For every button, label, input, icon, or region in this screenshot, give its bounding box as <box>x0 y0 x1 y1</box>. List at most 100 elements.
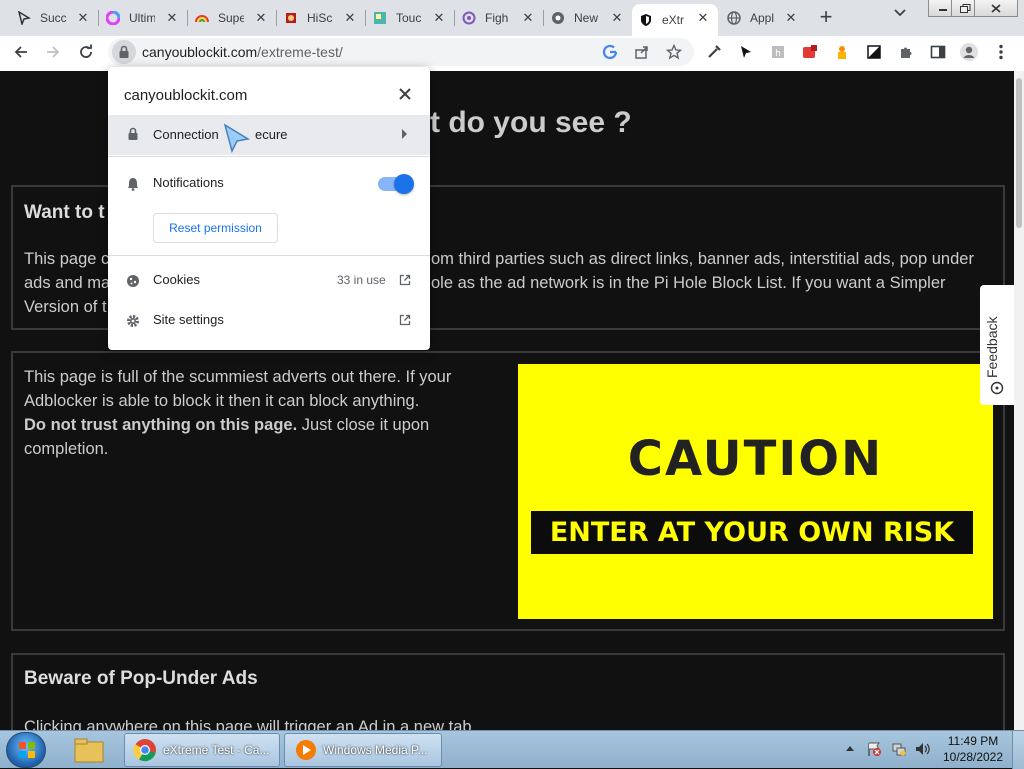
lock-icon[interactable] <box>112 40 136 64</box>
eyedropper-icon[interactable] <box>703 41 725 63</box>
tab-title: Appl <box>750 11 775 25</box>
taskbar-wmp-title: Windows Media P... <box>323 743 428 757</box>
cursor-extension-icon[interactable] <box>735 41 757 63</box>
page-heading: t do you see ? <box>430 106 632 139</box>
divider <box>108 255 430 256</box>
volume-icon[interactable] <box>914 741 930 757</box>
toggle-knob <box>394 174 414 194</box>
rainbow-icon <box>194 10 210 26</box>
reload-icon[interactable] <box>75 41 97 63</box>
tab-1[interactable]: Ultim ✕ <box>99 4 188 32</box>
mouse-cursor-icon <box>222 123 252 153</box>
close-tab-icon[interactable]: ✕ <box>76 11 90 25</box>
external-link-icon <box>399 274 411 286</box>
side-panel-icon[interactable] <box>927 41 949 63</box>
taskbar-chrome-title: eXtreme Test - Ca... <box>163 743 270 757</box>
caution-image: CAUTION ENTER AT YOUR OWN RISK <box>518 364 993 619</box>
chrome-icon <box>550 10 566 26</box>
tab-6[interactable]: New ✕ <box>544 4 632 32</box>
tab-5[interactable]: Figh ✕ <box>455 4 544 32</box>
network-icon[interactable] <box>891 741 907 757</box>
site-info-popup: canyoublockit.com Connection ecure Notif… <box>108 67 430 350</box>
intro-title: Want to t <box>24 202 105 223</box>
browser-chrome: Succ ✕ Ultim ✕ Supe ✕ HiSc ✕ Touc ✕ Figh… <box>0 0 1024 71</box>
contrast-extension-icon[interactable] <box>863 41 885 63</box>
system-clock[interactable]: 11:49 PM 10/28/2022 <box>938 733 1008 765</box>
feedback-icon <box>990 381 1004 395</box>
fight-icon <box>461 10 477 26</box>
explorer-folder-icon[interactable] <box>72 735 106 765</box>
site-settings-row[interactable]: Site settings <box>108 306 430 336</box>
close-icon[interactable] <box>396 85 414 103</box>
back-arrow-icon[interactable] <box>10 41 32 63</box>
close-tab-icon[interactable]: ✕ <box>696 11 710 25</box>
new-tab-button[interactable]: + <box>812 6 840 30</box>
close-tab-icon[interactable]: ✕ <box>165 11 179 25</box>
tab-title: New <box>574 11 599 25</box>
tab-title: Figh <box>485 11 509 25</box>
scrollbar-thumb[interactable] <box>1016 78 1022 228</box>
intro-line: Version of t <box>24 298 107 316</box>
close-tab-icon[interactable]: ✕ <box>610 11 624 25</box>
puzzle-extensions-icon[interactable] <box>895 41 917 63</box>
intro-line: ads and ma <box>24 274 111 292</box>
close-tab-icon[interactable]: ✕ <box>432 11 446 25</box>
tab-8[interactable]: Appl ✕ <box>720 4 806 32</box>
close-window-button[interactable] <box>974 0 1018 17</box>
divider <box>108 156 430 157</box>
forward-arrow-icon[interactable] <box>42 41 64 63</box>
menu-kebab-icon[interactable] <box>990 41 1012 63</box>
star-icon[interactable] <box>663 41 685 63</box>
notifications-label: Notifications <box>153 175 224 190</box>
show-desktop-button[interactable] <box>1012 731 1024 769</box>
red-extension-icon[interactable] <box>799 41 821 63</box>
close-tab-icon[interactable]: ✕ <box>784 11 798 25</box>
close-tab-icon[interactable]: ✕ <box>254 11 268 25</box>
connection-label-tail: ecure <box>255 127 288 142</box>
feedback-label: Feedback <box>984 316 1000 378</box>
warning-bold-text: Do not trust anything on this page. <box>24 416 298 434</box>
feedback-tab[interactable]: Feedback <box>980 285 1014 405</box>
show-hidden-icons-arrow[interactable] <box>845 744 855 752</box>
chevron-down-icon[interactable] <box>893 8 917 26</box>
connection-security-row[interactable]: Connection ecure <box>108 115 430 155</box>
profile-avatar-icon[interactable] <box>958 41 980 63</box>
tab-3[interactable]: HiSc ✕ <box>277 4 366 32</box>
taskbar-chrome-button[interactable]: eXtreme Test - Ca... <box>124 733 280 767</box>
cookie-icon <box>125 273 141 289</box>
warning-line: completion. <box>24 440 109 458</box>
svg-text:h: h <box>775 49 781 59</box>
lock-icon <box>127 127 139 141</box>
tab-title: Supe <box>218 11 244 25</box>
reset-permission-button[interactable]: Reset permission <box>153 213 278 243</box>
grey-extension-icon[interactable]: h <box>767 41 789 63</box>
gear-icon <box>125 313 141 329</box>
start-button[interactable] <box>6 732 46 768</box>
tab-7-active[interactable]: eXtr ✕ <box>632 4 718 36</box>
shield-icon <box>638 12 654 28</box>
taskbar-wmp-button[interactable]: Windows Media P... <box>284 733 442 767</box>
color-wheel-icon <box>105 10 121 26</box>
intro-text-right: om third parties such as direct links, b… <box>431 247 974 295</box>
share-icon[interactable] <box>631 41 653 63</box>
tab-4[interactable]: Touc ✕ <box>366 4 455 32</box>
character-extension-icon[interactable] <box>831 41 853 63</box>
arrow-cursor-icon <box>16 10 32 26</box>
notifications-toggle[interactable] <box>378 174 414 194</box>
warning-line: Do not trust anything on this page. Just… <box>24 413 504 437</box>
warning-line: Adblocker is able to block it then it ca… <box>24 392 420 410</box>
cookies-row[interactable]: Cookies 33 in use <box>108 266 430 296</box>
close-tab-icon[interactable]: ✕ <box>521 11 535 25</box>
cookies-count: 33 in use <box>337 273 386 287</box>
warning-text: This page is full of the scummiest adver… <box>24 365 504 461</box>
url-path: /extreme-test/ <box>257 44 343 60</box>
close-tab-icon[interactable]: ✕ <box>343 11 357 25</box>
tab-2[interactable]: Supe ✕ <box>188 4 277 32</box>
tab-0[interactable]: Succ ✕ <box>10 4 99 32</box>
globe-icon <box>726 10 742 26</box>
google-icon[interactable] <box>599 41 621 63</box>
action-center-flag-icon[interactable] <box>866 741 882 757</box>
hiscore-icon <box>283 10 299 26</box>
url-text[interactable]: canyoublockit.com/extreme-test/ <box>142 44 343 60</box>
caution-subtitle: ENTER AT YOUR OWN RISK <box>531 511 973 554</box>
